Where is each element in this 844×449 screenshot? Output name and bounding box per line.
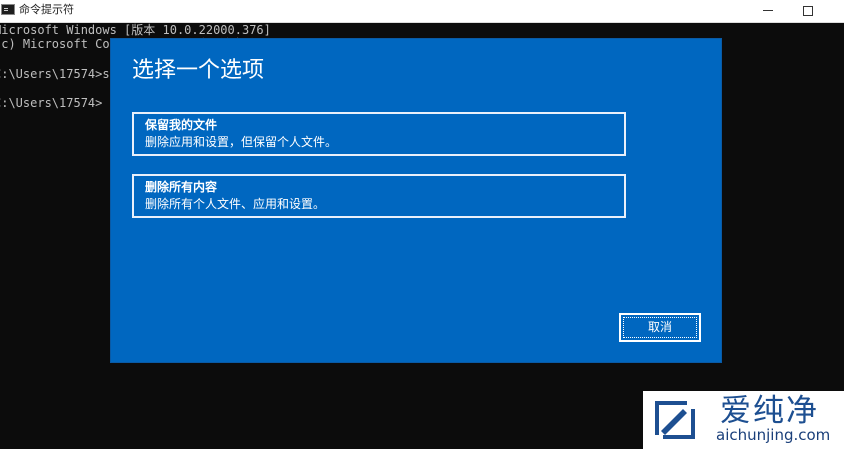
reset-options-dialog: 选择一个选项 保留我的文件 删除应用和设置，但保留个人文件。 删除所有内容 删除… [111, 39, 721, 362]
brand-logo-icon [655, 401, 695, 439]
maximize-icon [803, 5, 813, 16]
option-title: 删除所有内容 [145, 180, 218, 194]
cmd-icon [1, 4, 15, 15]
console-line: Microsoft Windows [版本 10.0.22000.376] [0, 23, 271, 37]
cancel-button[interactable]: 取消 [619, 313, 701, 342]
option-description: 删除所有个人文件、应用和设置。 [145, 197, 326, 211]
minimize-icon [763, 10, 773, 11]
watermark-logo: 爱纯净 aichunjing.com [643, 391, 844, 449]
remove-everything-option[interactable]: 删除所有内容 删除所有个人文件、应用和设置。 [132, 174, 626, 218]
brand-site: aichunjing.com [716, 426, 831, 444]
dialog-title: 选择一个选项 [132, 58, 265, 83]
brand-name: 爱纯净 [720, 393, 819, 429]
keep-my-files-option[interactable]: 保留我的文件 删除应用和设置，但保留个人文件。 [132, 112, 626, 156]
option-description: 删除应用和设置，但保留个人文件。 [145, 135, 338, 149]
window-title: 命令提示符 [19, 3, 74, 16]
option-title: 保留我的文件 [145, 118, 218, 132]
maximize-button[interactable] [788, 0, 828, 22]
minimize-button[interactable] [748, 0, 788, 22]
window-titlebar: 命令提示符 [0, 0, 844, 23]
console-line: C:\Users\17574> [0, 96, 103, 110]
